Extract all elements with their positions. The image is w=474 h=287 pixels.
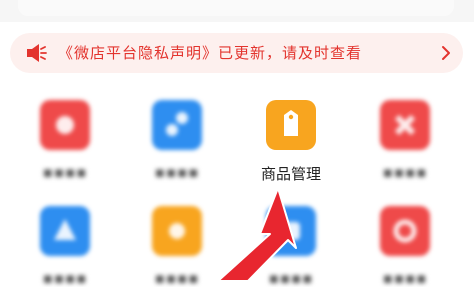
feature-label-obscured: ▪▪▪▪	[382, 163, 428, 181]
chevron-right-icon[interactable]	[441, 45, 451, 61]
annotation-arrow-icon	[217, 187, 297, 281]
price-tag-icon	[266, 100, 316, 150]
top-bar	[0, 0, 474, 22]
notice-text: 《微店平台隐私声明》已更新，请及时查看	[58, 44, 363, 62]
feature-icon	[152, 206, 202, 256]
feature-icon	[380, 206, 430, 256]
feature-icon	[380, 100, 430, 150]
feature-label-obscured: ▪▪▪▪	[154, 163, 200, 181]
feature-icon	[40, 206, 90, 256]
privacy-notice-banner[interactable]: 《微店平台隐私声明》已更新，请及时查看	[10, 33, 463, 73]
speaker-icon	[27, 44, 47, 62]
feature-label-obscured: ▪▪▪▪	[382, 269, 428, 287]
top-card-edge	[18, 0, 454, 16]
feature-label-obscured: ▪▪▪▪	[42, 163, 88, 181]
feature-label-obscured: ▪▪▪▪	[42, 269, 88, 287]
product-management-label: 商品管理	[260, 165, 321, 183]
feature-icon	[152, 100, 202, 150]
feature-icon	[40, 100, 90, 150]
